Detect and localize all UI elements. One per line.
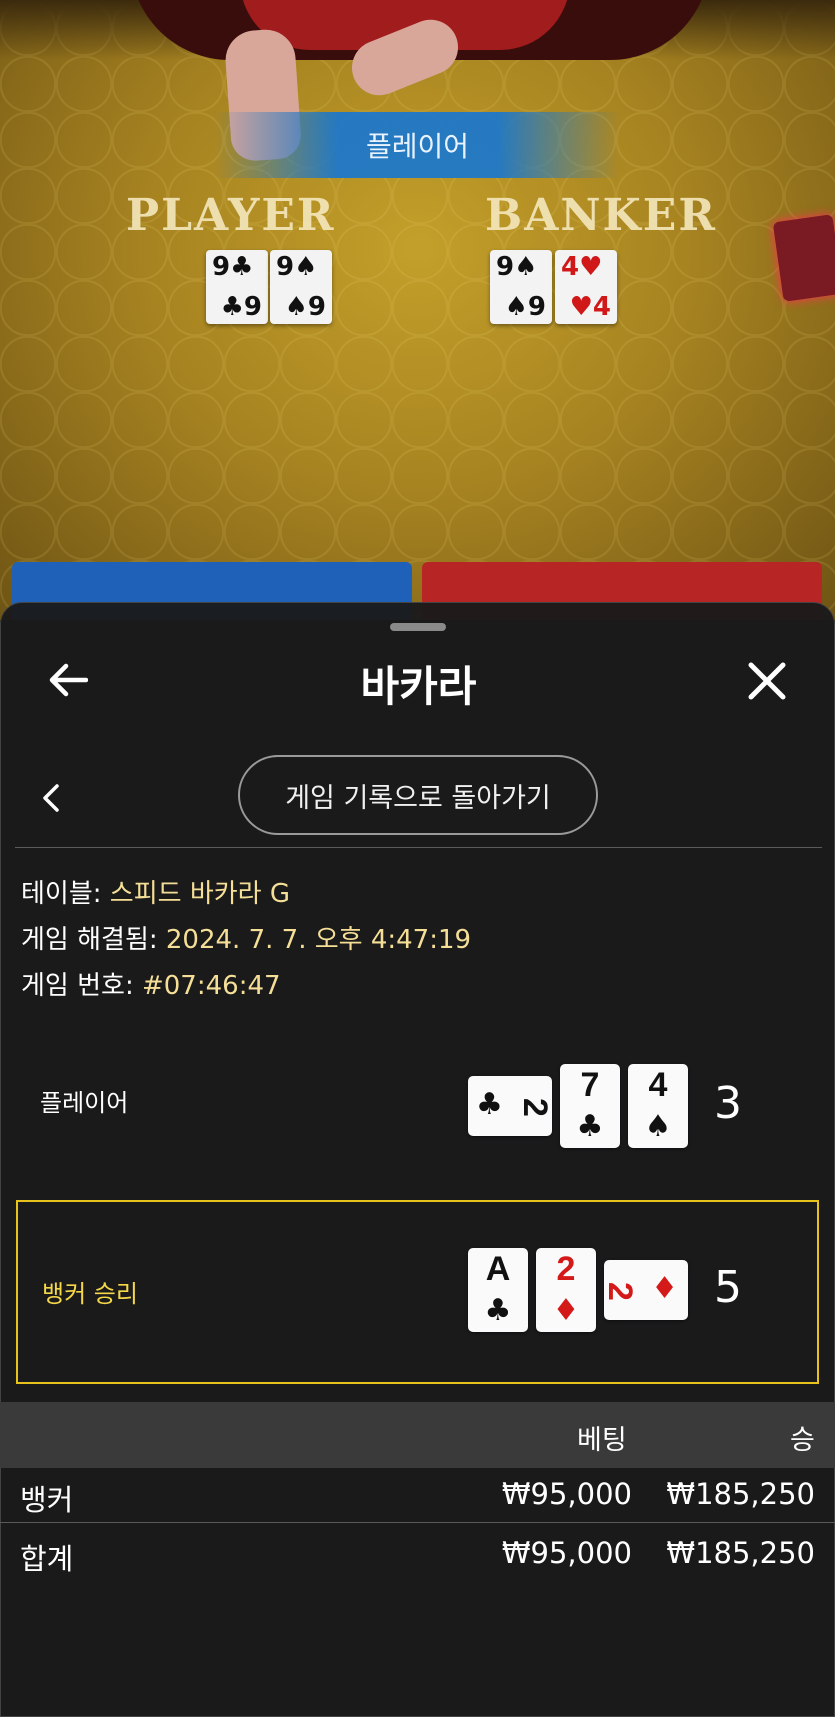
- card-rank: 4: [648, 1066, 668, 1104]
- felt-card-rank: 9♠: [276, 252, 318, 282]
- banker-cards: A ♣ 2 ♦ 2 ♦: [468, 1248, 688, 1332]
- sheet-grabber[interactable]: [390, 623, 446, 631]
- banker-card: 2 ♦: [536, 1248, 596, 1332]
- bet-row-banker: 뱅커 ₩95,000 ₩185,250: [0, 1467, 835, 1523]
- bet-row-total: 합계 ₩95,000 ₩185,250: [0, 1526, 835, 1582]
- player-hand-label: 플레이어: [40, 1089, 129, 1117]
- card-suit-icon: ♣: [476, 1087, 503, 1122]
- resolved-label: 게임 해결됨:: [21, 925, 166, 955]
- table-value: 스피드 바카라 G: [109, 879, 290, 909]
- card-rank: 2: [516, 1098, 555, 1117]
- felt-card-rank: ♠9: [284, 292, 326, 322]
- card-suit-icon: ♦: [651, 1271, 678, 1306]
- felt-player-label: PLAYER: [126, 190, 336, 241]
- felt-banker-label: BANKER: [485, 190, 717, 241]
- felt-card-player: 9♠ ♠9: [270, 250, 332, 324]
- card-rank: A: [485, 1250, 511, 1288]
- card-suit-icon: ♣: [576, 1109, 604, 1144]
- felt-card-rank: 4♥: [561, 252, 603, 282]
- total-label: 합계: [20, 1542, 74, 1576]
- bet-row-label: 뱅커: [20, 1483, 74, 1517]
- felt-card-rank: ♠9: [504, 292, 546, 322]
- bet-row-win: ₩185,250: [666, 1477, 815, 1511]
- game-number-info: 게임 번호: #07:46:47: [21, 965, 281, 1002]
- resolved-value: 2024. 7. 7. 오후 4:47:19: [165, 925, 472, 955]
- felt-card-banker: 4♥ ♥4: [555, 250, 617, 324]
- bet-row-amount: ₩95,000: [501, 1477, 632, 1511]
- close-button[interactable]: [741, 655, 793, 707]
- banker-score: 5: [714, 1262, 742, 1313]
- live-table-video: 플레이어 PLAYER BANKER 9♣ ♣9 9♠ ♠9 9♠ ♠9 4♥ ♥4: [0, 0, 835, 620]
- col-win: 승: [790, 1425, 815, 1456]
- card-rank: 2: [600, 1282, 639, 1301]
- card-rank: 7: [580, 1066, 600, 1104]
- felt-card-rank: 9♠: [496, 252, 538, 282]
- felt-card-player: 9♣ ♣9: [206, 250, 268, 324]
- felt-card-rank: ♣9: [220, 292, 262, 322]
- player-score: 3: [714, 1078, 742, 1129]
- felt-pattern: [0, 0, 835, 620]
- card-suit-icon: ♦: [552, 1293, 580, 1328]
- total-bet: ₩95,000: [501, 1536, 632, 1570]
- col-bet: 베팅: [577, 1425, 627, 1456]
- game-number-label: 게임 번호:: [21, 971, 142, 1001]
- previous-game-button[interactable]: [31, 773, 71, 823]
- resolved-info: 게임 해결됨: 2024. 7. 7. 오후 4:47:19: [21, 919, 471, 956]
- chevron-left-icon: [43, 784, 59, 812]
- divider: [15, 847, 822, 848]
- banker-hand-label: 뱅커 승리: [42, 1280, 138, 1308]
- player-cards: 2 ♣ 7 ♣ 4 ♠: [468, 1064, 688, 1148]
- bets-table-header: 베팅 승: [0, 1402, 835, 1468]
- back-to-history-button[interactable]: 게임 기록으로 돌아가기: [238, 755, 598, 835]
- banker-card: 2 ♦: [601, 1260, 688, 1320]
- banker-card: A ♣: [468, 1248, 528, 1332]
- close-icon: [748, 662, 786, 700]
- card-shoe: [772, 214, 835, 302]
- card-rank: 2: [556, 1250, 576, 1288]
- felt-card-rank: ♥4: [569, 292, 611, 322]
- table-label: 테이블:: [21, 879, 110, 909]
- player-card: 2 ♣: [468, 1076, 555, 1136]
- felt-card-rank: 9♣: [212, 252, 254, 282]
- player-card: 7 ♣: [560, 1064, 620, 1148]
- total-win: ₩185,250: [666, 1536, 815, 1570]
- sheet-title: 바카라: [360, 662, 477, 711]
- table-info: 테이블: 스피드 바카라 G: [21, 873, 290, 910]
- player-card: 4 ♠: [628, 1064, 688, 1148]
- divider: [0, 1522, 835, 1523]
- card-suit-icon: ♠: [644, 1109, 672, 1144]
- game-number-value: #07:46:47: [141, 971, 281, 1001]
- result-banner: 플레이어: [215, 112, 620, 178]
- card-suit-icon: ♣: [484, 1293, 512, 1328]
- felt-card-banker: 9♠ ♠9: [490, 250, 552, 324]
